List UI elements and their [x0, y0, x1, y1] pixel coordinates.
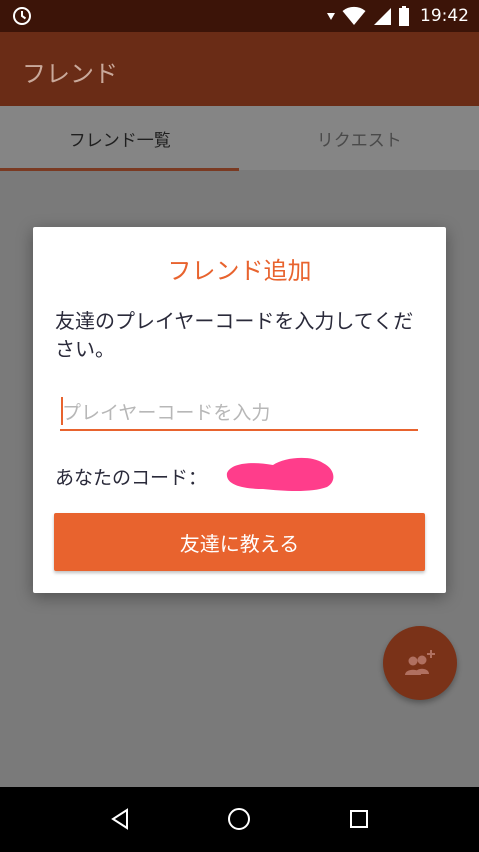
- player-code-input[interactable]: [60, 397, 418, 431]
- tab-label: リクエスト: [316, 130, 402, 151]
- add-friend-fab[interactable]: [383, 626, 457, 700]
- signal-icon: [374, 8, 391, 25]
- clock-icon: [13, 7, 31, 25]
- code-redaction-mark: [226, 457, 334, 491]
- back-icon[interactable]: [109, 807, 131, 831]
- tab-requests[interactable]: リクエスト: [240, 106, 479, 170]
- vibrate-icon: [327, 13, 335, 20]
- text-cursor: [61, 397, 63, 425]
- recents-icon[interactable]: [348, 807, 370, 831]
- share-code-button[interactable]: 友達に教える: [54, 513, 425, 571]
- your-code-label: あなたのコード：: [55, 467, 208, 489]
- app-bar: フレンド: [0, 32, 479, 106]
- status-time: 19:42: [420, 6, 469, 26]
- dialog-title: フレンド追加: [167, 257, 312, 285]
- status-bar: 19:42: [0, 0, 479, 32]
- tab-label: フレンド一覧: [68, 130, 171, 151]
- home-icon[interactable]: [227, 807, 251, 831]
- add-friend-icon: [405, 650, 435, 675]
- tab-friend-list[interactable]: フレンド一覧: [0, 106, 240, 170]
- battery-icon: [399, 6, 409, 26]
- tab-bar: フレンド一覧 リクエスト: [0, 106, 479, 170]
- wifi-icon: [342, 6, 366, 25]
- add-friend-dialog: フレンド追加 友達のプレイヤーコードを入力してください。 あなたのコード： 友達…: [33, 227, 446, 593]
- dialog-message: 友達のプレイヤーコードを入力してください。: [55, 309, 414, 361]
- page-title: フレンド: [22, 60, 118, 88]
- navigation-bar: [0, 787, 479, 852]
